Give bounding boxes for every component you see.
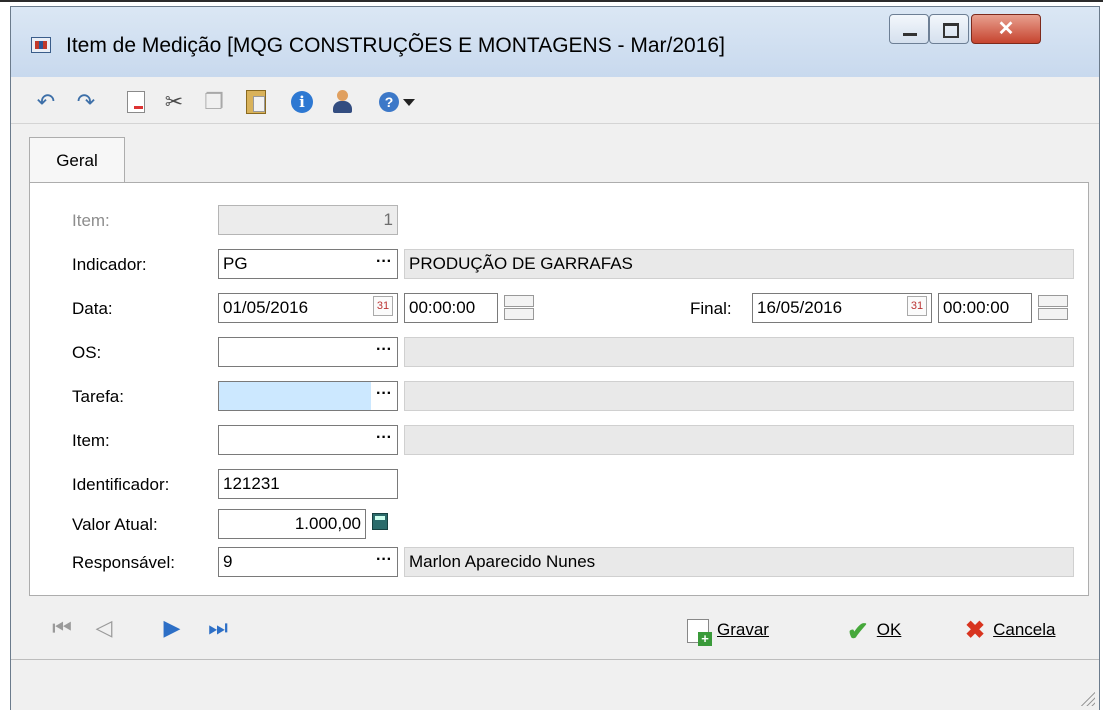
valor-atual-label: Valor Atual: xyxy=(72,515,158,534)
calendar-icon[interactable]: 31 xyxy=(373,296,393,316)
tarefa-description xyxy=(404,381,1074,411)
tarefa-label: Tarefa: xyxy=(72,387,124,406)
maximize-icon xyxy=(943,23,959,38)
close-button[interactable]: ✕ xyxy=(971,14,1041,44)
data-date-field[interactable]: 01/05/2016 31 xyxy=(218,293,398,323)
status-bar xyxy=(11,659,1099,710)
tarefa-lookup-button[interactable]: ··· xyxy=(371,382,397,410)
cancel-icon: ✖ xyxy=(965,616,986,644)
valor-atual-field[interactable]: 1.000,00 xyxy=(218,509,366,539)
tarefa-code-field[interactable]: ··· xyxy=(218,381,398,411)
item-number-field: 1 xyxy=(218,205,398,235)
final-label: Final: xyxy=(690,299,732,318)
last-record-icon[interactable]: ⏭ xyxy=(205,613,231,643)
responsavel-label: Responsável: xyxy=(72,553,176,572)
indicador-description: PRODUÇÃO DE GARRAFAS xyxy=(404,249,1074,279)
window-title: Item de Medição [MQG CONSTRUÇÕES E MONTA… xyxy=(66,34,725,57)
checkmark-icon: ✔ xyxy=(847,615,869,646)
indicador-lookup-button[interactable]: ··· xyxy=(371,250,397,278)
save-icon xyxy=(687,618,712,646)
top-edge-line xyxy=(0,0,1103,2)
final-date-value: 16/05/2016 xyxy=(757,298,843,317)
os-label: OS: xyxy=(72,343,102,362)
close-icon: ✕ xyxy=(997,18,1015,40)
os-lookup-button[interactable]: ··· xyxy=(371,338,397,366)
spin-down-icon[interactable] xyxy=(1038,308,1068,320)
responsavel-description: Marlon Aparecido Nunes xyxy=(404,547,1074,577)
spin-down-icon[interactable] xyxy=(504,308,534,320)
indicador-code-field[interactable]: PG ··· xyxy=(218,249,398,279)
responsavel-code-field[interactable]: 9 ··· xyxy=(218,547,398,577)
title-bar[interactable]: Item de Medição [MQG CONSTRUÇÕES E MONTA… xyxy=(11,7,1099,77)
identificador-label: Identificador: xyxy=(72,475,170,494)
item-label: Item: xyxy=(72,211,110,230)
info-icon[interactable]: i xyxy=(289,89,315,115)
responsavel-code: 9 xyxy=(223,552,233,571)
indicador-label: Indicador: xyxy=(72,255,147,274)
next-record-icon[interactable]: ▶ xyxy=(159,613,185,643)
data-date-value: 01/05/2016 xyxy=(223,298,309,317)
new-document-icon[interactable] xyxy=(123,89,149,115)
cancela-label: Cancela xyxy=(993,620,1056,639)
responsavel-lookup-button[interactable]: ··· xyxy=(371,548,397,576)
ok-button[interactable]: ✔ OK xyxy=(847,615,902,646)
spin-up-icon[interactable] xyxy=(504,295,534,307)
final-time-field[interactable]: 00:00:00 xyxy=(938,293,1032,323)
os-code-field[interactable]: ··· xyxy=(218,337,398,367)
redo-icon[interactable]: ↷ xyxy=(73,89,99,115)
minimize-icon xyxy=(903,33,917,36)
item-lookup-label: Item: xyxy=(72,431,110,450)
app-icon xyxy=(31,37,51,53)
identificador-field[interactable]: 121231 xyxy=(218,469,398,499)
toolbar: ↶ ↷ ✂ ❐ i ? xyxy=(11,77,1099,124)
data-label: Data: xyxy=(72,299,113,318)
undo-icon[interactable]: ↶ xyxy=(33,89,59,115)
maximize-button[interactable] xyxy=(929,14,969,44)
gravar-button[interactable]: Gravar xyxy=(687,615,769,646)
final-date-field[interactable]: 16/05/2016 31 xyxy=(752,293,932,323)
data-time-spinner[interactable] xyxy=(504,295,536,321)
gravar-label: Gravar xyxy=(717,620,769,639)
ok-label: OK xyxy=(876,620,902,639)
spin-up-icon[interactable] xyxy=(1038,295,1068,307)
item-description xyxy=(404,425,1074,455)
paste-icon[interactable] xyxy=(243,89,269,115)
help-icon[interactable]: ? xyxy=(376,89,402,115)
first-record-icon[interactable]: ⏮ xyxy=(49,613,75,643)
tab-geral[interactable]: Geral xyxy=(29,137,125,183)
previous-record-icon[interactable]: ◁ xyxy=(91,613,117,643)
item-code-field[interactable]: ··· xyxy=(218,425,398,455)
calendar-icon[interactable]: 31 xyxy=(907,296,927,316)
data-time-field[interactable]: 00:00:00 xyxy=(404,293,498,323)
form-panel: Item: 1 Indicador: PG ··· PRODUÇÃO DE GA… xyxy=(29,182,1089,596)
indicador-code: PG xyxy=(223,254,248,273)
item-lookup-button[interactable]: ··· xyxy=(371,426,397,454)
resize-grip-icon[interactable] xyxy=(1079,690,1095,706)
calculator-icon[interactable] xyxy=(372,513,388,530)
chevron-down-icon[interactable] xyxy=(403,99,415,106)
dialog-window: Item de Medição [MQG CONSTRUÇÕES E MONTA… xyxy=(10,6,1100,710)
cancela-button[interactable]: ✖ Cancela xyxy=(965,615,1055,645)
bottom-bar: ⏮ ◁ ▶ ⏭ Gravar ✔ OK ✖ Cancela xyxy=(11,603,1099,659)
os-description xyxy=(404,337,1074,367)
copy-icon[interactable]: ❐ xyxy=(201,89,227,115)
minimize-button[interactable] xyxy=(889,14,929,44)
user-icon[interactable] xyxy=(329,89,355,115)
final-time-spinner[interactable] xyxy=(1038,295,1070,321)
cut-icon[interactable]: ✂ xyxy=(161,89,187,115)
